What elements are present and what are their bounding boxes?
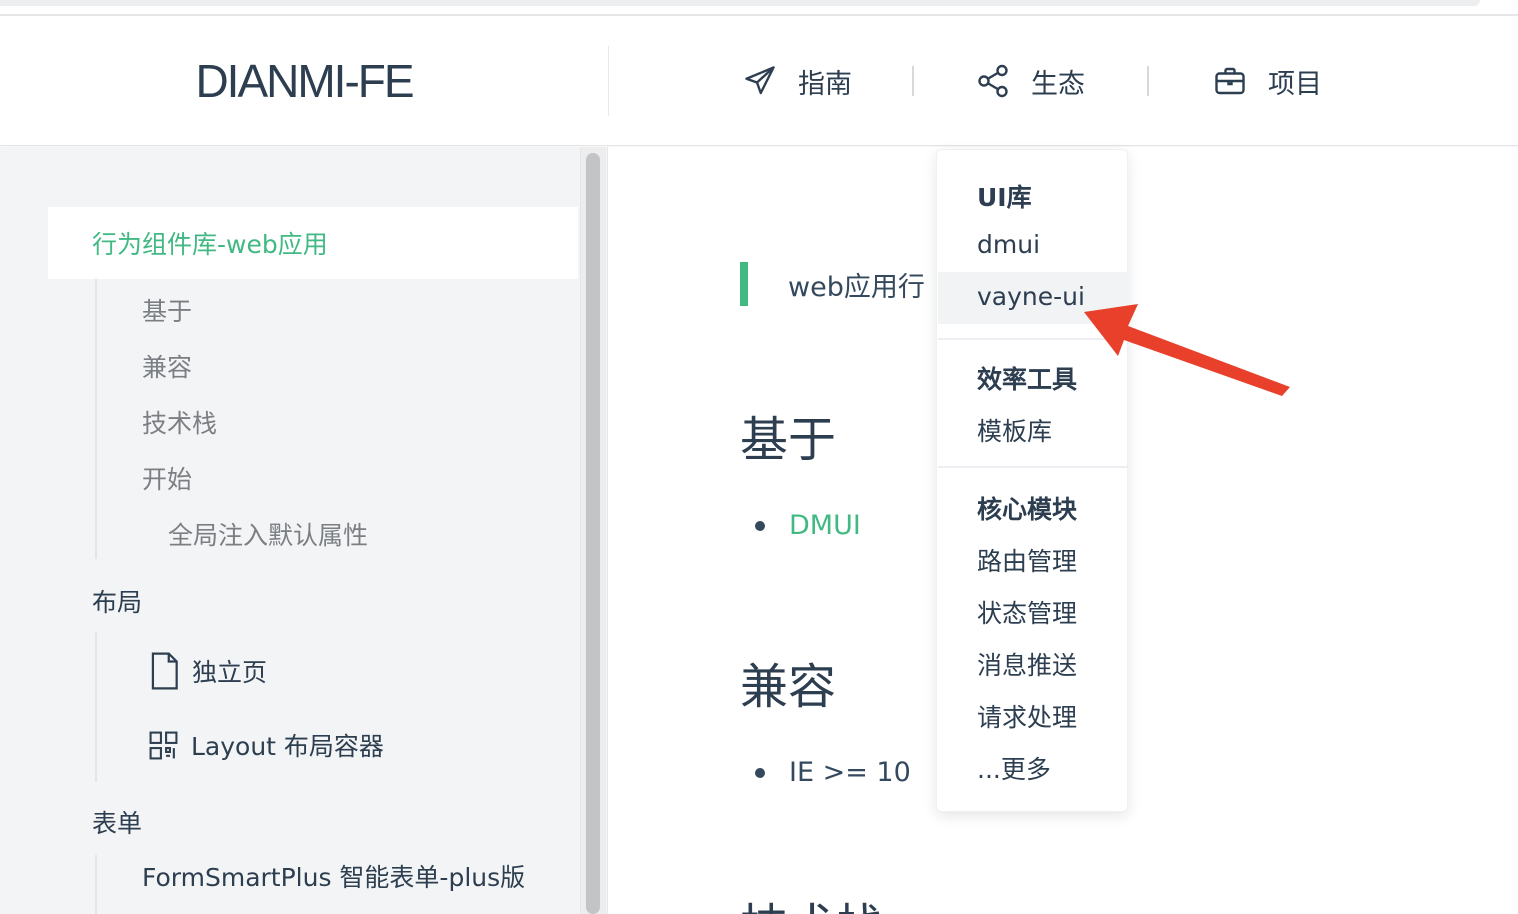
dropdown-item-push[interactable]: 消息推送	[977, 646, 1077, 682]
briefcase-icon	[1215, 67, 1245, 95]
share-icon	[978, 64, 1008, 98]
heading-compat: 兼容	[740, 659, 837, 715]
sidebar-group-form[interactable]: 表单	[92, 804, 142, 840]
nav-separator	[912, 66, 914, 96]
dropdown-item-dmui[interactable]: dmui	[977, 230, 1040, 259]
navbar-divider	[608, 46, 609, 116]
site-logo[interactable]: DIANMI-FE	[0, 16, 608, 146]
sidebar-link-compat[interactable]: 兼容	[142, 348, 192, 384]
sidebar-link-start[interactable]: 开始	[142, 460, 192, 496]
dropdown-item-state[interactable]: 状态管理	[977, 594, 1077, 630]
sidebar-link-global-inject[interactable]: 全局注入默认属性	[168, 516, 368, 552]
list-item: DMUI	[755, 510, 861, 541]
dropdown-section-title: UI库	[977, 183, 1032, 212]
browser-strip	[0, 0, 1518, 16]
bullet-dot	[755, 767, 765, 778]
dropdown-item-router[interactable]: 路由管理	[977, 542, 1077, 578]
heading-based-on: 基于	[740, 412, 837, 468]
sidebar-tree-line	[95, 632, 97, 782]
nav-item-label: 生态	[1031, 68, 1085, 100]
nav-item-label: 指南	[798, 68, 852, 100]
sidebar-link-tech-stack[interactable]: 技术栈	[142, 404, 217, 440]
sidebar-scrollbar-thumb[interactable]	[586, 153, 600, 914]
sidebar-link-based-on[interactable]: 基于	[142, 292, 192, 328]
sidebar-tree-line	[95, 279, 97, 559]
nav-item-ecosystem[interactable]: 生态	[975, 56, 1085, 106]
dropdown-section-title: 效率工具	[977, 365, 1078, 394]
sidebar: 行为组件库-web应用 基于 兼容 技术栈 开始 全局注入默认属性 布局 独立页…	[0, 147, 608, 914]
compat-text: IE >= 10	[789, 757, 911, 788]
dropdown-divider	[938, 466, 1128, 468]
file-icon	[151, 652, 178, 690]
bullet-dot	[755, 520, 765, 531]
sidebar-group-layout[interactable]: 布局	[92, 583, 142, 619]
dropdown-item-vayne-ui[interactable]: vayne-ui	[977, 282, 1085, 311]
tip-block: web应用行	[740, 262, 925, 306]
list-item: IE >= 10	[755, 757, 911, 788]
dropdown-divider	[938, 338, 1128, 340]
dmui-link[interactable]: DMUI	[789, 510, 861, 541]
nav-item-label: 项目	[1268, 68, 1322, 100]
dropdown-section-title: 核心模块	[977, 495, 1078, 524]
tip-text: web应用行	[788, 271, 925, 303]
qrcode-icon	[149, 731, 178, 759]
ecosystem-dropdown-menu: UI库 dmui vayne-ui 效率工具 模板库 核心模块 路由管理 状态管…	[936, 149, 1128, 812]
dropdown-item-more[interactable]: ...更多	[977, 750, 1051, 786]
heading-tech-stack: 技术栈	[740, 887, 884, 914]
top-navbar: DIANMI-FE 指南 生态 项目	[0, 16, 1518, 146]
sidebar-item-label: Layout 布局容器	[191, 732, 384, 761]
sidebar-item-layout-container[interactable]: Layout 布局容器	[148, 727, 384, 763]
sidebar-item-standalone-page[interactable]: 独立页	[148, 652, 267, 690]
sidebar-item-formsmartplus[interactable]: FormSmartPlus 智能表单-plus版	[142, 865, 562, 891]
nav-item-guide[interactable]: 指南	[742, 56, 852, 106]
sidebar-item-label: 独立页	[192, 658, 268, 687]
tip-accent-bar	[740, 262, 748, 306]
sidebar-tree-line	[95, 855, 97, 914]
paper-plane-icon	[745, 66, 775, 95]
browser-scroll-bar	[0, 0, 1480, 6]
nav-separator	[1147, 66, 1149, 96]
nav-item-projects[interactable]: 项目	[1212, 56, 1322, 106]
dropdown-item-request[interactable]: 请求处理	[977, 698, 1077, 734]
dropdown-item-template-lib[interactable]: 模板库	[977, 412, 1052, 448]
sidebar-item-active[interactable]: 行为组件库-web应用	[48, 207, 578, 279]
